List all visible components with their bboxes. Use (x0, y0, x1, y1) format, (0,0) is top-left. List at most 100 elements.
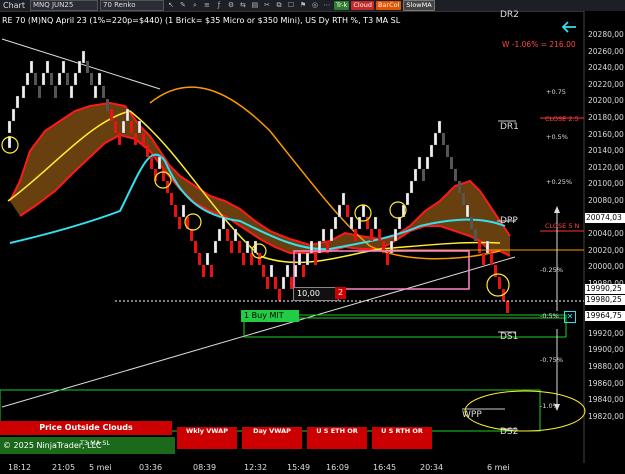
day-vwap-button[interactable]: Day VWAP (242, 427, 302, 449)
ds1-label: DS1 (500, 332, 519, 342)
price-tick: 20140,00 (588, 146, 624, 156)
renko-brick (454, 169, 457, 181)
renko-brick (413, 168, 418, 182)
renko-brick (321, 228, 326, 242)
renko-brick (442, 133, 445, 145)
renko-brick (54, 86, 57, 98)
renko-brick (7, 120, 12, 134)
price-tick: 19900,00 (588, 345, 624, 355)
renko-brick (81, 50, 86, 64)
track-toggle[interactable]: Tr-k (333, 1, 350, 10)
price-tick: 20160,00 (588, 129, 624, 139)
renko-brick (429, 144, 434, 158)
renko-brick (121, 120, 126, 134)
order-qty-badge[interactable]: 2 (335, 287, 347, 299)
back-arrow-icon[interactable] (561, 21, 576, 33)
renko-brick (450, 157, 453, 169)
renko-brick (274, 277, 277, 289)
us-eth-or-button[interactable]: U S ETH OR (307, 427, 367, 449)
price-chart[interactable] (0, 11, 625, 474)
renko-brick (258, 253, 261, 265)
barcol-toggle[interactable]: BarCol (375, 1, 402, 10)
renko-brick (433, 132, 438, 146)
renko-brick (478, 241, 481, 253)
renko-brick (7, 135, 12, 149)
attach-icon[interactable]: ✂ (262, 1, 272, 10)
chart-trader-icon[interactable]: ⇆ (238, 1, 248, 10)
price-tick: 20200,00 (588, 96, 624, 106)
chart-title: Chart (3, 1, 25, 10)
pct-m075-label: -0.75% (540, 356, 563, 364)
renko-brick (162, 169, 165, 181)
weekly-pct-label: W -1.06% = 216.00 (502, 40, 576, 49)
price-marker: 19964,75 (585, 311, 625, 321)
price-tick: 20120,00 (588, 162, 624, 172)
bar-type-selector[interactable]: 70 Renko (99, 0, 164, 11)
more-icon[interactable]: ⋯ (322, 1, 332, 10)
slowma-toggle[interactable]: SlowMA (403, 0, 435, 11)
renko-brick (346, 205, 349, 217)
buy-mit-button[interactable]: 1 Buy MIT (241, 310, 299, 322)
renko-brick (181, 204, 186, 218)
cloud-toggle[interactable]: Cloud (351, 1, 374, 10)
zoom-icon[interactable]: ⌕ (190, 1, 200, 10)
price-marker: 19990,25 (585, 284, 625, 294)
weekly-vwap-button[interactable]: Wkly VWAP (177, 427, 237, 449)
trendline-up[interactable] (1, 256, 516, 408)
indicators-icon[interactable]: ƒ (214, 1, 224, 10)
cancel-order-icon[interactable]: ✕ (564, 311, 576, 323)
renko-brick (25, 72, 30, 86)
renko-brick (57, 72, 62, 86)
data-box-icon[interactable]: ☐ (286, 1, 296, 10)
renko-brick (329, 228, 334, 242)
renko-brick (41, 72, 46, 86)
time-tick: 5 mei (89, 463, 112, 472)
instrument-selector[interactable]: MNQ JUN25 (29, 0, 98, 11)
renko-brick (422, 169, 425, 181)
strategies-icon[interactable]: ⚙ (226, 1, 236, 10)
renko-brick (357, 216, 362, 230)
price-tick: 20100,00 (588, 179, 624, 189)
renko-brick (266, 277, 269, 289)
renko-brick (106, 99, 109, 111)
renko-brick (61, 60, 66, 74)
cursor-icon[interactable]: ↖ (166, 1, 176, 10)
renko-brick (506, 301, 509, 313)
draw-icon[interactable]: ✎ (178, 1, 188, 10)
properties-icon[interactable]: ≡ (202, 1, 212, 10)
renko-brick (69, 85, 74, 99)
screenshot-icon[interactable]: ◎ (310, 1, 320, 10)
renko-brick (361, 204, 366, 218)
time-tick: 08:39 (193, 463, 217, 472)
price-marker: 19980,25 (585, 295, 625, 305)
renko-brick (470, 217, 473, 229)
price-tick: 20080,00 (588, 196, 624, 205)
renko-brick (314, 253, 317, 265)
renko-brick (142, 133, 145, 145)
renko-brick (77, 60, 82, 74)
time-tick: 16:09 (326, 463, 350, 472)
renko-brick (137, 120, 142, 134)
renko-brick (245, 240, 250, 254)
templates-icon[interactable]: ▤ (250, 1, 260, 10)
renko-brick (110, 109, 113, 121)
renko-brick (66, 73, 69, 85)
us-rth-or-button[interactable]: U S RTH OR (372, 427, 432, 449)
wpp-label: WPP (462, 410, 482, 420)
renko-brick (485, 240, 490, 254)
price-tick: 20220,00 (588, 79, 624, 89)
time-tick: 16:45 (373, 463, 397, 472)
window-link-icon[interactable]: ⧉ (274, 1, 284, 10)
renko-brick (210, 265, 213, 277)
renko-brick (213, 240, 218, 254)
renko-brick (373, 216, 378, 230)
time-tick: 03:36 (139, 463, 163, 472)
pct-075-label: +0.75 (546, 88, 566, 96)
order-qty-price[interactable]: 10,00 (293, 287, 339, 301)
renko-brick (386, 253, 389, 265)
pct-025-label: +0.25% (546, 178, 573, 186)
renko-brick (393, 228, 398, 242)
alerts-icon[interactable]: ⚑ (298, 1, 308, 10)
renko-brick (378, 229, 381, 241)
renko-brick (437, 120, 442, 134)
